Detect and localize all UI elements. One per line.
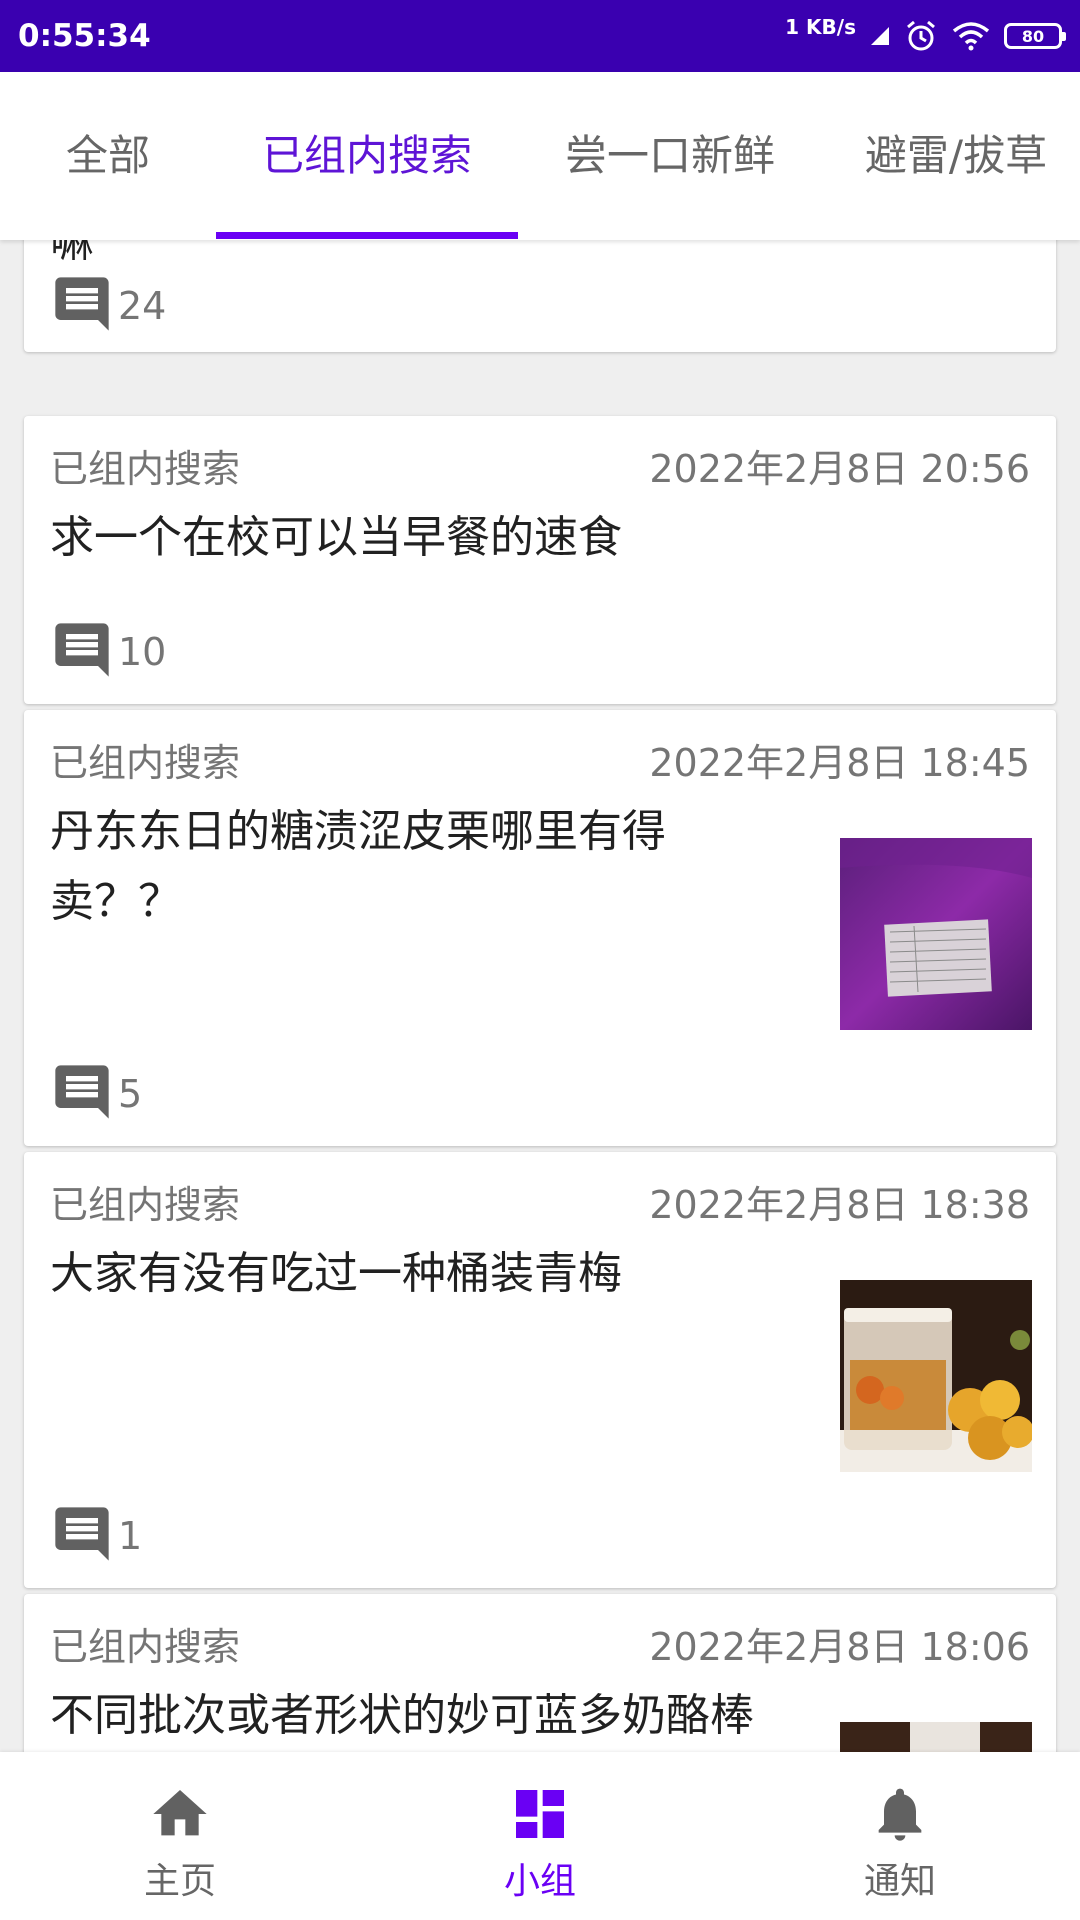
comment-icon	[50, 1502, 114, 1570]
net-speed: 1 KB/s	[785, 15, 856, 39]
active-tab-indicator	[216, 232, 518, 239]
post-date: 2022年2月8日 18:45	[649, 741, 1030, 785]
tab-avoid-recommend[interactable]: 避雷/拔草	[848, 72, 1064, 240]
post-title-line-2: 卖？？	[50, 876, 182, 927]
home-icon	[148, 1782, 212, 1846]
post-card[interactable]: 已组内搜索 2022年2月8日 18:06 不同批次或者形状的妙可蓝多奶酪棒	[24, 1594, 1056, 1752]
dashboard-icon	[508, 1782, 572, 1846]
nav-notifications[interactable]: 通知	[800, 1752, 1000, 1920]
signal-icon	[870, 26, 890, 46]
tab-searched-in-group[interactable]: 已组内搜索	[216, 72, 518, 240]
post-title: 大家有没有吃过一种桶装青梅	[50, 1248, 622, 1299]
wifi-icon	[952, 21, 990, 51]
comment-icon	[50, 618, 114, 686]
green-plum-bucket-photo[interactable]	[840, 1280, 1032, 1472]
comment-count: 10	[50, 620, 166, 684]
post-title: 不同批次或者形状的妙可蓝多奶酪棒	[50, 1690, 754, 1741]
post-card[interactable]: 嘛 24	[24, 240, 1056, 352]
post-list[interactable]: 嘛 24 已组内搜索 2022年2月8日 20:56 求一个在校可以当早餐的速食…	[0, 240, 1080, 1752]
post-date: 2022年2月8日 20:56	[649, 447, 1030, 491]
status-icons: 1 KB/s 80	[785, 0, 1066, 72]
post-title: 求一个在校可以当早餐的速食	[50, 512, 622, 563]
comment-count: 5	[50, 1062, 142, 1126]
status-bar: 0:55:34 1 KB/s 80	[0, 0, 1080, 72]
alarm-icon	[904, 19, 938, 53]
comment-icon	[50, 272, 114, 340]
comment-icon	[50, 1060, 114, 1128]
post-group: 已组内搜索	[50, 1625, 241, 1669]
group-tabs: 全部 已组内搜索 尝一口新鲜 避雷/拔草	[0, 72, 1080, 240]
post-group: 已组内搜索	[50, 1183, 241, 1227]
tab-all[interactable]: 全部	[36, 72, 180, 240]
post-date: 2022年2月8日 18:06	[649, 1625, 1030, 1669]
post-card[interactable]: 已组内搜索 2022年2月8日 20:56 求一个在校可以当早餐的速食 10	[24, 416, 1056, 704]
post-title-line-1: 丹东东日的糖渍涩皮栗哪里有得	[50, 806, 666, 857]
comment-count: 24	[50, 274, 166, 338]
battery-icon: 80	[1004, 23, 1066, 49]
chestnut-package-photo[interactable]	[840, 838, 1032, 1030]
comment-count: 1	[50, 1504, 142, 1568]
bottom-navigation: 主页 小组 通知	[0, 1752, 1080, 1920]
post-group: 已组内搜索	[50, 741, 241, 785]
post-card[interactable]: 已组内搜索 2022年2月8日 18:38 大家有没有吃过一种桶装青梅 1	[24, 1152, 1056, 1588]
post-group: 已组内搜索	[50, 447, 241, 491]
post-date: 2022年2月8日 18:38	[649, 1183, 1030, 1227]
bell-icon	[868, 1782, 932, 1846]
post-thumbnail[interactable]	[840, 1722, 1032, 1752]
post-card[interactable]: 已组内搜索 2022年2月8日 18:45 丹东东日的糖渍涩皮栗哪里有得 卖？？	[24, 710, 1056, 1146]
nav-groups[interactable]: 小组	[440, 1752, 640, 1920]
status-time: 0:55:34	[18, 18, 151, 54]
nav-home[interactable]: 主页	[80, 1752, 280, 1920]
tab-taste-fresh[interactable]: 尝一口新鲜	[540, 72, 800, 240]
